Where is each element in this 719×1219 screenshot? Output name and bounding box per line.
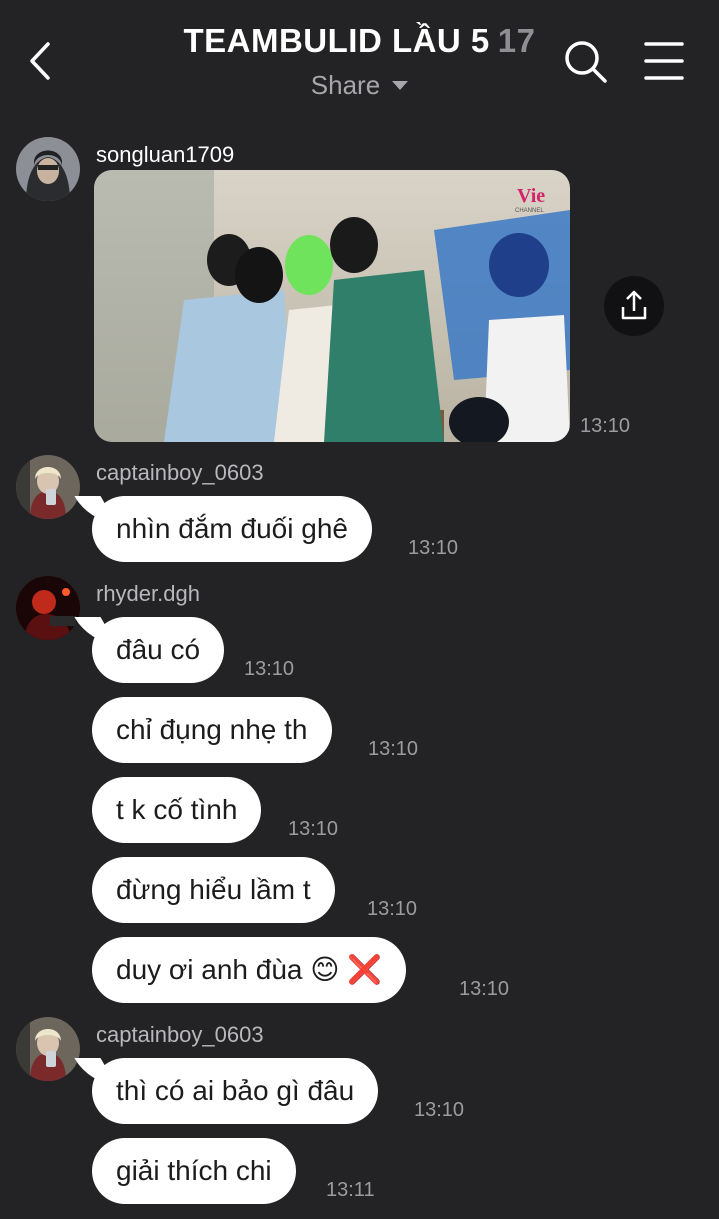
message-bubble[interactable]: thì có ai bảo gì đâu: [92, 1058, 379, 1124]
message-bubble[interactable]: giải thích chi: [92, 1138, 296, 1204]
avatar-captainboy-0603: [16, 1017, 80, 1081]
chat-header: TEAMBULID LẦU 5 17 Share: [0, 0, 719, 120]
sender-username[interactable]: songluan1709: [96, 142, 234, 168]
message-bubble[interactable]: nhìn đắm đuối ghê: [92, 496, 372, 562]
avatar[interactable]: [16, 455, 80, 519]
sender-username[interactable]: captainboy_0603: [96, 460, 264, 486]
message-text: t k cố tình: [116, 794, 238, 825]
avatar[interactable]: [16, 1017, 80, 1081]
caret-down-icon: [392, 81, 409, 90]
message-time: 13:10: [414, 1099, 465, 1121]
message-time: 13:10: [367, 898, 418, 920]
search-icon: [565, 41, 607, 83]
search-button[interactable]: [562, 38, 610, 86]
share-button[interactable]: [604, 276, 664, 336]
message-text: thì có ai bảo gì đâu: [116, 1075, 355, 1106]
avatar-captainboy-0603: [16, 455, 80, 519]
group-name: TEAMBULID LẦU 5: [183, 22, 490, 59]
photo-watermark-sub: CHANNEL: [515, 208, 544, 214]
hamburger-menu-icon: [644, 42, 684, 80]
avatar[interactable]: [16, 137, 80, 201]
chat-title-block: TEAMBULID LẦU 5 17 Share: [0, 22, 719, 101]
avatar-songluan1709: [16, 137, 80, 201]
message-time: 13:10: [580, 415, 631, 437]
message-bubble[interactable]: t k cố tình: [92, 777, 262, 843]
message-bubble[interactable]: đừng hiểu lầm t: [92, 857, 335, 923]
photo-image: Vie CHANNEL: [94, 170, 570, 442]
message-time: 13:10: [459, 978, 510, 1000]
message-bubble[interactable]: chỉ đụng nhẹ th: [92, 697, 332, 763]
message-text: đừng hiểu lầm t: [116, 874, 311, 905]
smiling-face-emoji: 😊: [310, 954, 340, 985]
avatar-rhyder-dgh: [16, 576, 80, 640]
chat-title[interactable]: TEAMBULID LẦU 5 17: [0, 22, 719, 60]
share-dropdown[interactable]: Share: [310, 70, 409, 101]
message-time: 13:10: [368, 738, 419, 760]
message-time: 13:10: [288, 818, 339, 840]
message-bubble[interactable]: duy ơi anh đùa 😊 ❌: [92, 937, 407, 1003]
avatar[interactable]: [16, 576, 80, 640]
sender-username[interactable]: captainboy_0603: [96, 1022, 264, 1048]
menu-button[interactable]: [644, 40, 684, 82]
message-text: duy ơi anh đùa: [116, 954, 303, 985]
sender-username[interactable]: rhyder.dgh: [96, 581, 200, 607]
message-text: chỉ đụng nhẹ th: [116, 714, 308, 745]
share-label: Share: [310, 70, 381, 100]
shared-photo[interactable]: Vie CHANNEL: [94, 170, 570, 442]
message-text: đâu có: [116, 634, 201, 665]
message-bubble[interactable]: đâu có: [92, 617, 225, 683]
message-text: nhìn đắm đuối ghê: [116, 513, 348, 544]
member-count: 17: [497, 22, 536, 59]
message-time: 13:10: [408, 537, 459, 559]
message-time: 13:10: [244, 658, 295, 680]
message-time: 13:11: [326, 1179, 375, 1201]
cross-mark-emoji: ❌: [347, 954, 383, 985]
share-upload-icon: [621, 290, 647, 320]
message-text: giải thích chi: [116, 1155, 272, 1186]
photo-watermark: Vie: [517, 185, 545, 207]
